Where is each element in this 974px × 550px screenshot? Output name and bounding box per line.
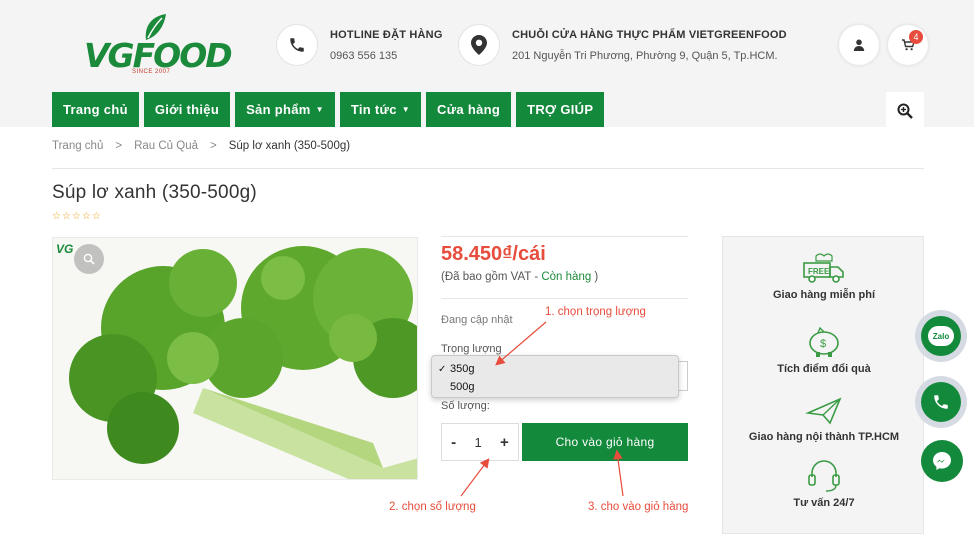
nav-help-label: TRỢ GIÚP xyxy=(527,102,594,117)
annotation-step-2: 2. chọn số lượng xyxy=(389,501,476,513)
breadcrumb-separator: > xyxy=(115,140,123,152)
nav-stores[interactable]: Cửa hàng xyxy=(426,92,512,127)
service-reward-points: $ Tích điểm đổi quà xyxy=(723,325,925,375)
annotation-step-3: 3. cho vào giỏ hàng xyxy=(588,501,689,513)
quantity-label: Số lượng: xyxy=(441,400,490,412)
service-free-shipping: FREE Giao hàng miễn phí xyxy=(723,251,925,301)
weight-option-label: 350g xyxy=(450,363,475,375)
divider xyxy=(441,236,688,237)
divider xyxy=(441,298,688,299)
product-title: Súp lơ xanh (350-500g) xyxy=(52,182,257,203)
nav-home-label: Trang chủ xyxy=(63,102,128,117)
breadcrumb-current: Súp lơ xanh (350-500g) xyxy=(228,140,351,152)
logo-since: SINCE 2007 xyxy=(132,69,171,75)
search-button[interactable] xyxy=(886,92,924,130)
product-price: 58.450₫/cái xyxy=(441,243,546,265)
nav-stores-label: Cửa hàng xyxy=(437,102,501,117)
arrow-step-2 xyxy=(460,458,490,497)
nav-home[interactable]: Trang chủ xyxy=(52,92,139,127)
services-panel: FREE Giao hàng miễn phí $ Tích điểm đổi … xyxy=(722,236,924,534)
headset-icon xyxy=(723,459,925,493)
service-label: Tích điểm đổi quà xyxy=(777,363,871,375)
chevron-down-icon: ▼ xyxy=(401,105,410,114)
chevron-down-icon: ▼ xyxy=(315,105,324,114)
svg-text:$: $ xyxy=(820,338,826,350)
nav-about[interactable]: Giới thiệu xyxy=(143,92,231,127)
breadcrumb-category[interactable]: Rau Củ Quả xyxy=(134,140,198,152)
service-label: Giao hàng miễn phí xyxy=(772,289,876,301)
search-icon xyxy=(897,103,913,119)
service-support: Tư vấn 24/7 xyxy=(723,459,925,509)
breadcrumb-home[interactable]: Trang chủ xyxy=(52,140,103,152)
divider xyxy=(52,168,924,169)
weight-option-350g[interactable]: ✓ 350g xyxy=(432,360,678,378)
zalo-icon: Zalo xyxy=(921,316,961,356)
add-to-cart-button[interactable]: Cho vào giỏ hàng xyxy=(522,423,688,461)
user-icon xyxy=(853,39,865,51)
breadcrumb-separator: > xyxy=(210,140,217,152)
breadcrumb: Trang chủ > Rau Củ Quả > Súp lơ xanh (35… xyxy=(52,140,350,152)
nav-about-label: Giới thiệu xyxy=(154,102,220,117)
weight-option-label: 500g xyxy=(450,381,475,393)
paper-plane-icon xyxy=(723,393,925,427)
phone-icon xyxy=(276,24,318,66)
rating-stars[interactable]: ☆☆☆☆☆ xyxy=(52,211,102,222)
vat-prefix: (Đã bao gồm VAT - xyxy=(441,271,542,283)
vat-note: (Đã bao gồm VAT - Còn hàng ) xyxy=(441,271,598,283)
piggy-bank-icon: $ xyxy=(723,325,925,359)
product-image[interactable] xyxy=(52,237,418,480)
free-truck-icon: FREE xyxy=(723,251,925,285)
quantity-decrease-button[interactable]: - xyxy=(451,434,456,451)
location-pin-icon xyxy=(458,24,500,66)
weight-dropdown-menu: ✓ 350g 500g xyxy=(431,355,679,398)
messenger-button[interactable] xyxy=(921,440,963,482)
service-label: Tư vấn 24/7 xyxy=(793,497,855,509)
watermark-logo: VG xyxy=(56,242,74,256)
store-block[interactable]: CHUỖI CỬA HÀNG THỰC PHẨM VIETGREENFOOD 2… xyxy=(458,24,787,66)
zalo-label: Zalo xyxy=(928,326,954,346)
cart-button[interactable]: 4 xyxy=(888,25,928,65)
phone-call-icon xyxy=(921,382,961,422)
call-button[interactable] xyxy=(915,376,967,428)
nav-news[interactable]: Tin tức ▼ xyxy=(339,92,421,127)
hotline-title: HOTLINE ĐẶT HÀNG xyxy=(330,28,443,41)
stock-status: Còn hàng xyxy=(541,271,592,283)
nav-help[interactable]: TRỢ GIÚP xyxy=(516,92,605,127)
short-description: Đang cập nhật xyxy=(441,314,513,326)
hotline-number[interactable]: 0963 556 135 xyxy=(330,50,443,62)
messenger-icon xyxy=(933,452,951,470)
store-title: CHUỖI CỬA HÀNG THỰC PHẨM VIETGREENFOOD xyxy=(512,28,787,41)
check-icon: ✓ xyxy=(438,363,447,375)
quantity-increase-button[interactable]: + xyxy=(500,434,509,451)
account-button[interactable] xyxy=(839,25,879,65)
quantity-input[interactable]: 1 xyxy=(474,435,481,450)
cart-count-badge: 4 xyxy=(909,30,923,44)
free-badge-text: FREE xyxy=(808,267,830,276)
site-logo[interactable]: VGFOOD SINCE 2007 xyxy=(84,12,233,78)
hotline-block[interactable]: HOTLINE ĐẶT HÀNG 0963 556 135 xyxy=(276,24,443,66)
service-city-delivery: Giao hàng nội thành TP.HCM xyxy=(723,393,925,443)
weight-option-500g[interactable]: 500g xyxy=(432,378,678,396)
zalo-chat-button[interactable]: Zalo xyxy=(915,310,967,362)
image-zoom-button[interactable] xyxy=(74,244,104,274)
nav-products[interactable]: Sản phẩm ▼ xyxy=(235,92,335,127)
broccoli-image xyxy=(53,238,417,479)
annotation-step-1: 1. chọn trọng lượng xyxy=(545,306,646,318)
service-label: Giao hàng nội thành TP.HCM xyxy=(748,431,900,443)
weight-label: Trọng lượng xyxy=(441,343,502,355)
zoom-icon xyxy=(83,253,95,265)
main-nav: Trang chủ Giới thiệu Sản phẩm ▼ Tin tức ▼ … xyxy=(52,92,605,127)
store-address: 201 Nguyễn Tri Phương, Phường 9, Quận 5,… xyxy=(512,49,778,62)
nav-products-label: Sản phẩm xyxy=(246,102,311,117)
quantity-stepper: - 1 + xyxy=(441,423,519,461)
vat-suffix: ) xyxy=(591,271,599,283)
nav-news-label: Tin tức xyxy=(350,102,397,117)
